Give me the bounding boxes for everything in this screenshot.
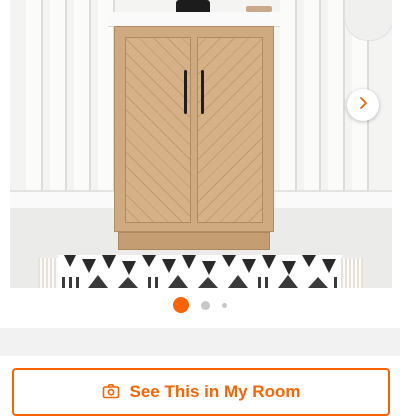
countertop bbox=[108, 12, 280, 27]
product-image-gallery[interactable] bbox=[0, 0, 400, 288]
rug bbox=[58, 255, 342, 288]
faucet bbox=[176, 0, 210, 12]
section-divider bbox=[0, 328, 400, 356]
toe-kick bbox=[118, 232, 270, 250]
camera-icon bbox=[102, 382, 120, 405]
gallery-pagination bbox=[0, 296, 400, 314]
pagination-dot-active[interactable] bbox=[173, 297, 189, 313]
pagination-dot[interactable] bbox=[222, 302, 227, 308]
see-in-my-room-button[interactable]: See This in My Room bbox=[12, 368, 390, 416]
cabinet-door-left bbox=[125, 37, 191, 223]
door-handle bbox=[184, 70, 187, 114]
door-handle bbox=[201, 70, 204, 114]
next-image-button[interactable] bbox=[347, 89, 379, 121]
vanity-cabinet bbox=[108, 0, 280, 252]
chevron-right-icon bbox=[356, 96, 370, 115]
pagination-dot[interactable] bbox=[201, 300, 210, 310]
cabinet-door-right bbox=[197, 37, 263, 223]
see-in-my-room-label: See This in My Room bbox=[129, 382, 301, 401]
